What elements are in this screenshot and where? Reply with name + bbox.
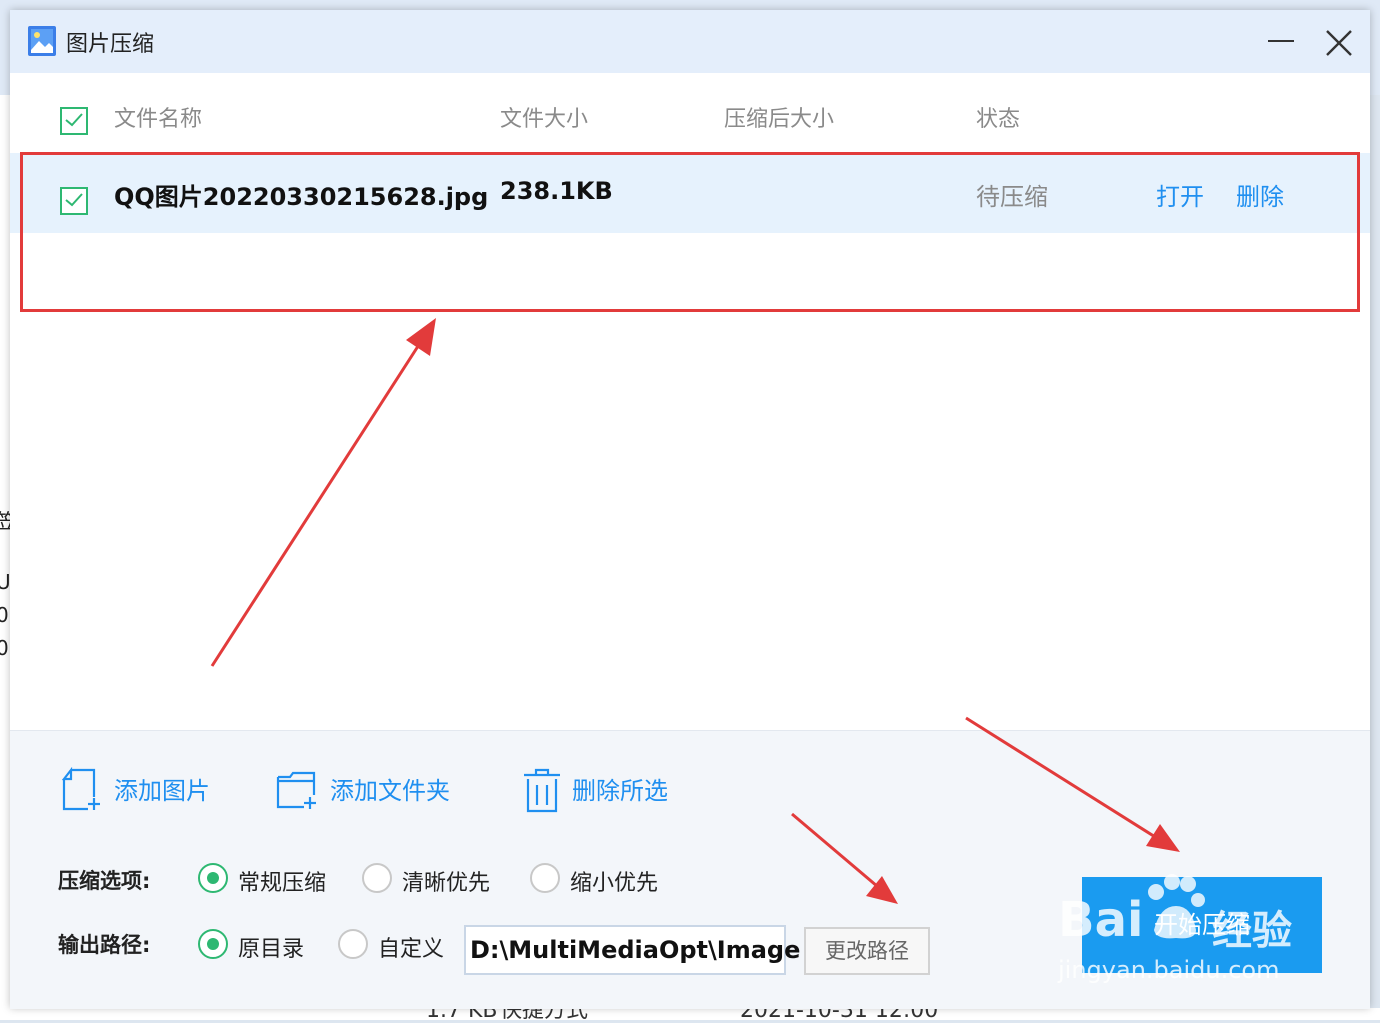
window-title: 图片压缩 — [66, 32, 155, 57]
column-status: 状态 — [976, 107, 1021, 132]
add-image-button[interactable]: 添加图片 — [62, 767, 222, 811]
column-file-size: 文件大小 — [500, 107, 589, 132]
radio-size-first-label[interactable]: 缩小优先 — [570, 865, 658, 897]
delete-selected-button[interactable]: 删除所选 — [522, 767, 682, 813]
delete-selected-label: 删除所选 — [572, 777, 668, 805]
add-folder-label: 添加文件夹 — [330, 777, 450, 805]
start-compress-button[interactable]: 开始压缩 — [1082, 877, 1322, 973]
image-app-icon — [28, 26, 56, 56]
background-left-edge — [0, 95, 10, 1020]
radio-custom-dir-label[interactable]: 自定义 — [378, 931, 444, 963]
radio-original-dir-label[interactable]: 原目录 — [238, 931, 304, 963]
minimize-icon[interactable] — [1268, 40, 1294, 42]
add-file-icon — [62, 767, 100, 811]
background-bottom — [0, 1008, 1380, 1020]
checkmark-icon — [65, 113, 83, 127]
column-file-name: 文件名称 — [114, 107, 203, 132]
trash-icon — [524, 768, 560, 813]
radio-size-first[interactable] — [530, 863, 560, 893]
close-icon[interactable] — [1322, 26, 1356, 60]
select-all-checkbox[interactable] — [60, 107, 88, 135]
add-folder-button[interactable]: 添加文件夹 — [276, 767, 466, 811]
compress-options-label: 压缩选项: — [58, 869, 151, 893]
file-table-header: 文件名称 文件大小 压缩后大小 状态 — [10, 73, 1370, 153]
bottom-panel: 添加图片 添加文件夹 删除所选 压缩选项: 常规压缩 清晰优先 缩小优先 输出路… — [10, 730, 1370, 1009]
change-path-button[interactable]: 更改路径 — [804, 927, 930, 975]
image-compress-dialog: 图片压缩 文件名称 文件大小 压缩后大小 状态 QQ图片202203302156… — [10, 10, 1370, 1009]
radio-original-dir[interactable] — [198, 929, 228, 959]
annotation-highlight-box — [20, 152, 1360, 312]
title-bar[interactable]: 图片压缩 — [10, 10, 1370, 73]
radio-clarity-first[interactable] — [362, 863, 392, 893]
radio-normal-compress[interactable] — [198, 863, 228, 893]
column-compressed-size: 压缩后大小 — [724, 107, 835, 132]
radio-custom-dir[interactable] — [338, 929, 368, 959]
background-edge-glyph: 0 — [0, 603, 9, 627]
output-path-field[interactable]: D:\MultiMediaOpt\Image — [464, 925, 800, 975]
radio-normal-compress-label[interactable]: 常规压缩 — [238, 865, 326, 897]
add-folder-icon — [276, 771, 316, 809]
radio-clarity-first-label[interactable]: 清晰优先 — [402, 865, 490, 897]
output-path-label: 输出路径: — [58, 933, 151, 957]
background-edge-glyph: 0 — [0, 636, 9, 660]
add-image-label: 添加图片 — [114, 777, 210, 805]
